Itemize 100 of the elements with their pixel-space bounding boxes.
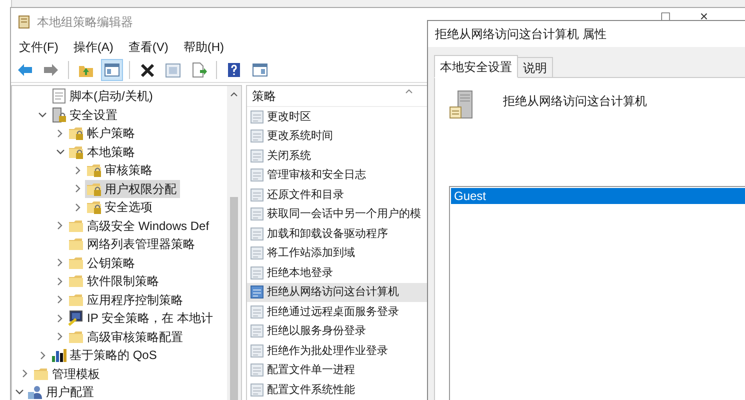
policy-icon <box>250 324 264 338</box>
folder-icon <box>33 366 49 382</box>
locked-folder-icon <box>68 144 84 160</box>
chevron-right-icon[interactable] <box>74 202 80 212</box>
scrollbar-thumb[interactable] <box>230 197 238 400</box>
tree-item[interactable]: 本地策略 <box>67 142 138 161</box>
menu-item[interactable]: 操作(A) <box>72 38 114 56</box>
tree-item[interactable]: 脚本(启动/关机) <box>50 87 156 106</box>
menu-item[interactable]: 帮助(H) <box>182 38 225 56</box>
policy-row[interactable]: 管理审核和安全日志 <box>247 166 427 185</box>
tree-item[interactable]: 用户配置 <box>26 383 97 400</box>
policy-name: 拒绝从网络访问这台计算机 <box>503 93 647 110</box>
policy-row[interactable]: 配置文件系统性能 <box>247 380 427 400</box>
folder-icon <box>68 254 84 271</box>
tree-pane-icon <box>104 63 120 77</box>
policy-row[interactable]: 拒绝通过远程桌面服务登录 <box>247 302 427 322</box>
policy-row[interactable]: 拒绝本地登录 <box>247 263 427 282</box>
policy-icon <box>250 266 264 280</box>
chevron-right-icon[interactable] <box>57 295 63 304</box>
policy-row[interactable]: 还原文件和目录 <box>247 185 427 204</box>
chevron-right-icon[interactable] <box>57 276 63 286</box>
view-icon <box>252 63 268 77</box>
tree-item[interactable]: 审核策略 <box>84 161 156 180</box>
locked-folder-icon <box>68 125 84 142</box>
forward-arrow-icon <box>43 63 59 77</box>
tree-item[interactable]: 应用程序控制策略 <box>67 290 186 309</box>
window-title: 本地组策略编辑器 <box>37 14 133 31</box>
policy-row[interactable]: 拒绝作为批处理作业登录 <box>247 341 427 360</box>
chevron-down-icon[interactable] <box>14 389 24 396</box>
column-header[interactable]: 策略 <box>252 87 276 105</box>
security-icon <box>50 106 66 123</box>
tree-item[interactable]: 帐户策略 <box>67 124 138 142</box>
user-icon <box>27 384 43 400</box>
chevron-right-icon[interactable] <box>57 314 63 323</box>
tree-item[interactable]: 软件限制策略 <box>67 272 162 290</box>
policy-row[interactable]: 更改系统时间 <box>247 126 427 146</box>
policy-row[interactable]: 拒绝从网络访问这台计算机 <box>247 282 427 302</box>
tree-item[interactable]: 安全选项 <box>84 198 156 216</box>
tree-item[interactable]: 高级审核策略配置 <box>67 328 186 346</box>
locked-folder-icon <box>86 180 102 197</box>
policy-icon <box>250 188 264 202</box>
app-icon <box>17 15 31 29</box>
policy-icon <box>250 285 264 300</box>
policy-icon <box>250 148 264 163</box>
policy-row[interactable]: 将工作站添加到域 <box>247 244 427 263</box>
chevron-right-icon[interactable] <box>22 369 28 378</box>
tree-item[interactable]: IP 安全策略，在 本地计 <box>67 309 216 328</box>
help-icon <box>227 62 241 78</box>
policy-icon <box>250 207 264 222</box>
folder-icon <box>68 292 84 308</box>
menu-item[interactable]: 查看(V) <box>127 38 170 56</box>
sort-icon <box>405 88 413 94</box>
folder-icon <box>68 273 84 290</box>
computer-icon <box>68 310 84 326</box>
tree-item[interactable]: 基于策略的 QoS <box>50 346 160 364</box>
chevron-right-icon[interactable] <box>57 128 63 138</box>
chevron-down-icon[interactable] <box>38 112 47 118</box>
chevron-right-icon[interactable] <box>57 258 63 268</box>
policy-row[interactable]: 获取同一会话中另一个用户的模 <box>247 204 427 224</box>
menu-item[interactable]: 文件(F) <box>18 38 60 56</box>
locked-folder-icon <box>86 162 102 178</box>
chevron-right-icon[interactable] <box>74 166 80 175</box>
chevron-down-icon[interactable] <box>56 148 64 155</box>
chevron-right-icon[interactable] <box>57 221 63 230</box>
folder-icon <box>68 236 84 252</box>
policy-icon <box>250 344 264 358</box>
scroll-up-icon[interactable] <box>230 92 238 97</box>
account-item[interactable]: Guest <box>451 188 745 204</box>
tree-item[interactable]: 用户权限分配 <box>84 180 180 198</box>
properties-icon <box>165 62 181 78</box>
policy-row[interactable]: 更改时区 <box>247 107 427 126</box>
policy-icon <box>250 363 264 378</box>
policy-row[interactable]: 拒绝以服务身份登录 <box>247 322 427 341</box>
script-icon <box>50 88 66 104</box>
policy-icon <box>250 168 264 182</box>
policy-icon <box>250 110 264 124</box>
close-button[interactable]: × <box>700 6 708 26</box>
locked-folder-icon <box>86 199 102 216</box>
scrollbar[interactable] <box>227 86 241 400</box>
policy-row[interactable]: 关闭系统 <box>247 146 427 166</box>
policy-row[interactable]: 加载和卸载设备驱动程序 <box>247 224 427 244</box>
policy-icon <box>250 226 264 241</box>
tree-item[interactable]: 公钥策略 <box>67 254 138 272</box>
tree-item[interactable]: 网络列表管理器策略 <box>67 235 198 254</box>
policy-icon <box>250 382 264 397</box>
delete-icon <box>140 62 154 78</box>
tree-item[interactable]: 高级安全 Windows Def <box>67 216 212 235</box>
tab[interactable]: 本地安全设置 <box>434 55 518 78</box>
chevron-right-icon[interactable] <box>57 332 63 342</box>
folder-icon <box>68 218 84 234</box>
dialog-title: 拒绝从网络访问这台计算机 属性 <box>435 26 606 43</box>
chevron-right-icon[interactable] <box>74 184 80 194</box>
policy-row[interactable]: 配置文件单一进程 <box>247 360 427 380</box>
export-icon <box>190 62 208 78</box>
tab[interactable]: 说明 <box>517 57 553 78</box>
chevron-right-icon[interactable] <box>40 350 46 360</box>
tree-item[interactable]: 安全设置 <box>50 106 120 124</box>
policy-icon <box>250 304 264 319</box>
bar-chart-icon <box>50 347 66 364</box>
tree-item[interactable]: 管理模板 <box>32 364 103 383</box>
